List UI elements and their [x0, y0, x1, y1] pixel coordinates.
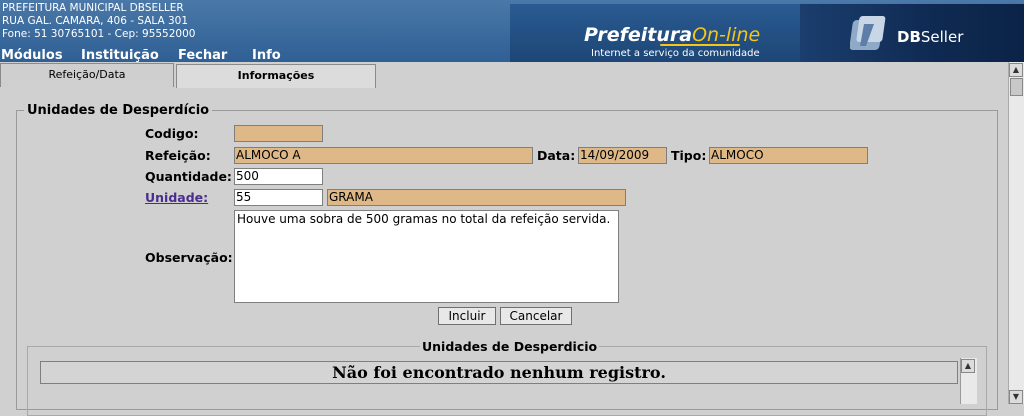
menu-info[interactable]: Info — [252, 48, 281, 63]
vendor-name-bold: DB — [897, 28, 921, 46]
menu-instituicao[interactable]: Instituição — [81, 48, 159, 63]
unidade-name-field[interactable]: GRAMA — [327, 189, 626, 206]
vendor-name: DBSeller — [897, 28, 963, 46]
page-scrollbar[interactable] — [1008, 62, 1024, 404]
cancelar-button[interactable]: Cancelar — [500, 307, 572, 325]
quantidade-label: Quantidade: — [145, 169, 232, 184]
grid-legend: Unidades de Desperdicio — [420, 339, 600, 354]
brand-title: PrefeituraOn-line — [584, 24, 760, 46]
menu-modulos[interactable]: Módulos — [1, 48, 63, 63]
empty-grid-message: Não foi encontrado nenhum registro. — [40, 361, 958, 384]
incluir-button[interactable]: Incluir — [438, 307, 496, 325]
quantidade-field[interactable]: 500 — [234, 168, 323, 185]
form-legend: Unidades de Desperdício — [24, 103, 213, 118]
tab-informacoes[interactable]: Informações — [176, 64, 376, 88]
codigo-label: Codigo: — [145, 126, 199, 141]
page-scroll-thumb[interactable] — [1010, 78, 1023, 96]
vendor-name-rest: Seller — [920, 28, 964, 46]
brand-title-accent: On-line — [692, 24, 761, 46]
data-field[interactable]: 14/09/2009 — [578, 147, 667, 164]
org-address: RUA GAL. CAMARA, 406 - SALA 301 — [2, 15, 189, 27]
observacao-textarea[interactable]: Houve uma sobra de 500 gramas no total d… — [234, 210, 619, 303]
observacao-label: Observação: — [145, 250, 233, 265]
data-label: Data: — [537, 148, 576, 163]
refeicao-field[interactable]: ALMOCO A — [234, 147, 533, 164]
brand-swoosh — [660, 44, 740, 46]
unidade-code-field[interactable]: 55 — [234, 189, 323, 206]
tab-refeicao-data[interactable]: Refeição/Data — [0, 63, 174, 87]
tipo-label: Tipo: — [671, 148, 707, 163]
org-name: PREFEITURA MUNICIPAL DBSELLER — [2, 2, 184, 14]
grid-scroll-up-icon[interactable]: ▲ — [961, 359, 975, 373]
unidade-lookup-link[interactable]: Unidade: — [145, 190, 208, 205]
scroll-down-icon[interactable]: ▼ — [1009, 390, 1023, 404]
dbseller-logo-icon — [850, 16, 886, 50]
tipo-field[interactable]: ALMOCO — [709, 147, 868, 164]
org-contact: Fone: 51 30765101 - Cep: 95552000 — [2, 28, 196, 40]
menu-fechar[interactable]: Fechar — [178, 48, 227, 63]
brand-subtitle: Internet a serviço da comunidade — [591, 48, 760, 59]
refeicao-label: Refeição: — [145, 148, 211, 163]
brand-title-main: Prefeitura — [584, 24, 693, 46]
codigo-field[interactable] — [234, 125, 323, 142]
scroll-up-icon[interactable]: ▲ — [1009, 63, 1023, 77]
